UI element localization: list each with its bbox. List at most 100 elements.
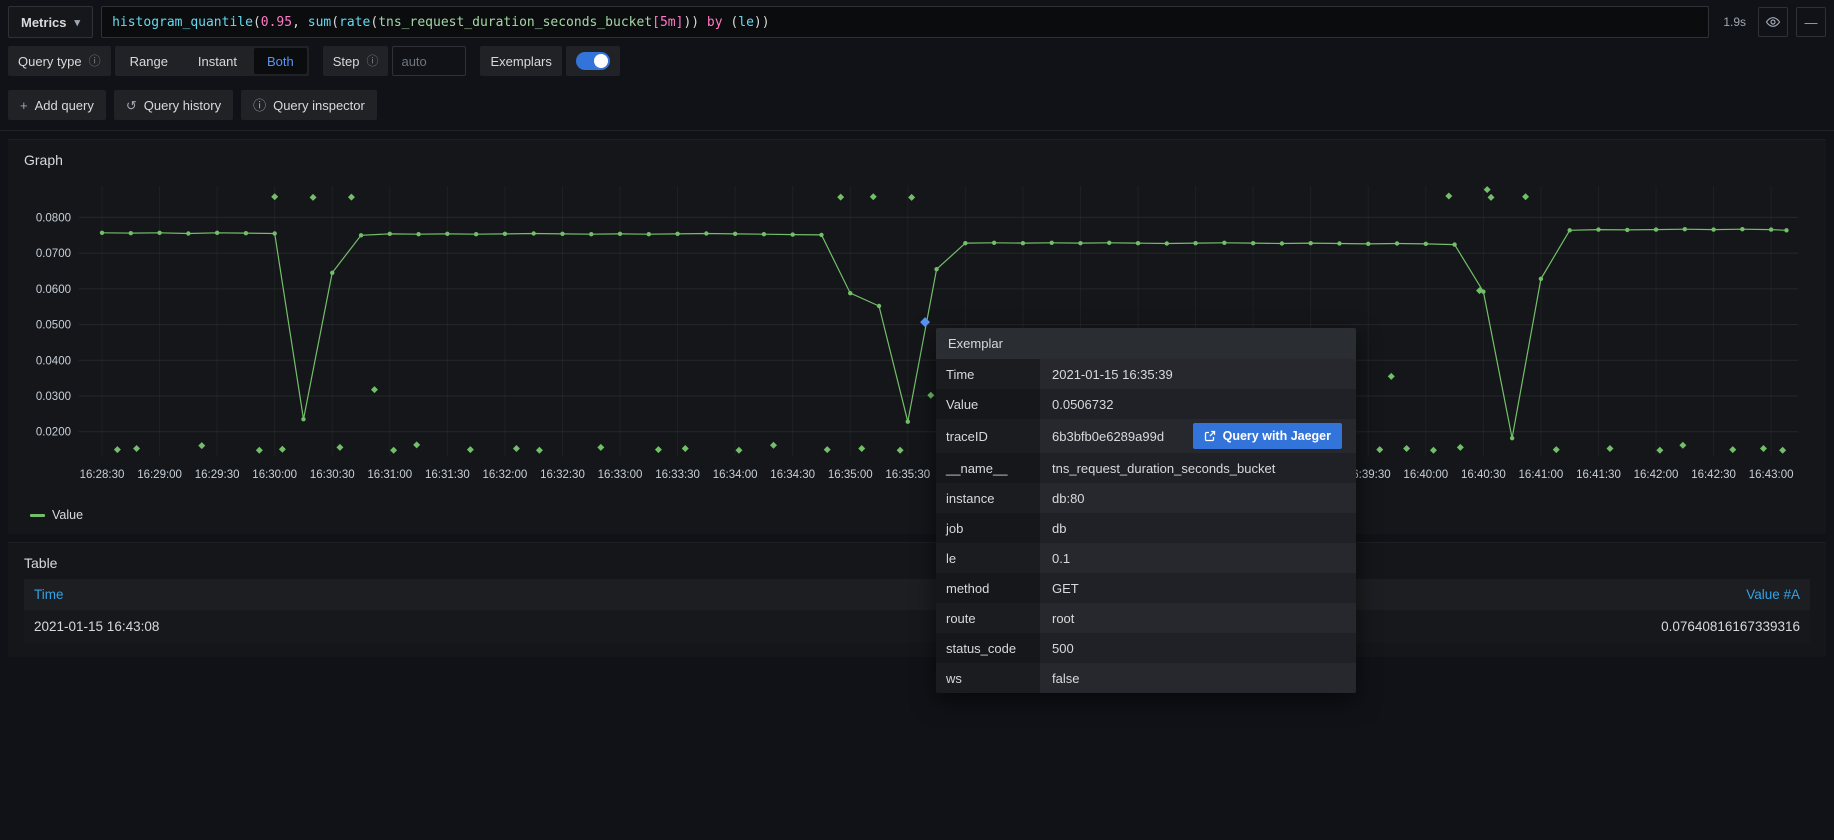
data-point[interactable]: [675, 232, 679, 236]
exemplar-marker[interactable]: [682, 445, 689, 452]
exemplar-marker[interactable]: [279, 446, 286, 453]
exemplar-marker[interactable]: [1403, 445, 1410, 452]
data-point[interactable]: [244, 231, 248, 235]
data-point[interactable]: [157, 231, 161, 235]
exemplar-marker[interactable]: [336, 444, 343, 451]
selected-exemplar-marker[interactable]: [920, 317, 930, 327]
data-point[interactable]: [272, 231, 276, 235]
exemplar-marker[interactable]: [837, 194, 844, 201]
data-point[interactable]: [560, 232, 564, 236]
query-history-button[interactable]: ↺ Query history: [114, 90, 233, 120]
step-input[interactable]: [392, 46, 466, 76]
data-point[interactable]: [906, 420, 910, 424]
exemplar-marker[interactable]: [513, 445, 520, 452]
exemplar-marker[interactable]: [1760, 445, 1767, 452]
data-point[interactable]: [445, 232, 449, 236]
exemplar-marker[interactable]: [310, 194, 317, 201]
data-point[interactable]: [531, 231, 535, 235]
data-point[interactable]: [1136, 241, 1140, 245]
data-point[interactable]: [1625, 228, 1629, 232]
data-point[interactable]: [963, 241, 967, 245]
data-point[interactable]: [992, 241, 996, 245]
exemplar-marker[interactable]: [824, 446, 831, 453]
data-point[interactable]: [762, 232, 766, 236]
query-with-jaeger-button[interactable]: Query with Jaeger: [1193, 423, 1342, 449]
exemplar-marker[interactable]: [413, 441, 420, 448]
exemplar-marker[interactable]: [133, 445, 140, 452]
table-row[interactable]: 2021-01-15 16:43:080.07640816167339316: [24, 610, 1810, 643]
data-point[interactable]: [1784, 228, 1788, 232]
data-point[interactable]: [1740, 227, 1744, 231]
data-point[interactable]: [1251, 241, 1255, 245]
exemplar-marker[interactable]: [348, 194, 355, 201]
data-point[interactable]: [1654, 227, 1658, 231]
query-type-option-instant[interactable]: Instant: [185, 48, 250, 74]
exemplar-marker[interactable]: [1484, 186, 1491, 193]
data-point[interactable]: [1683, 227, 1687, 231]
data-point[interactable]: [819, 233, 823, 237]
exemplar-marker[interactable]: [1457, 444, 1464, 451]
exemplar-marker[interactable]: [1656, 447, 1663, 454]
data-point[interactable]: [1539, 277, 1543, 281]
exemplar-marker[interactable]: [1430, 447, 1437, 454]
data-point[interactable]: [503, 232, 507, 236]
exemplar-marker[interactable]: [371, 386, 378, 393]
data-point[interactable]: [1021, 241, 1025, 245]
data-point[interactable]: [301, 417, 305, 421]
exemplar-marker[interactable]: [1445, 193, 1452, 200]
data-point[interactable]: [618, 232, 622, 236]
add-query-button[interactable]: + Add query: [8, 90, 106, 120]
query-type-option-range[interactable]: Range: [117, 48, 181, 74]
exemplar-marker[interactable]: [735, 447, 742, 454]
data-point[interactable]: [215, 231, 219, 235]
exemplar-marker[interactable]: [390, 447, 397, 454]
graph-chart[interactable]: 0.02000.03000.04000.05000.06000.07000.08…: [24, 174, 1810, 508]
exemplar-marker[interactable]: [1779, 447, 1786, 454]
data-point[interactable]: [733, 232, 737, 236]
exemplar-marker[interactable]: [1388, 373, 1395, 380]
data-point[interactable]: [100, 231, 104, 235]
exemplar-marker[interactable]: [655, 446, 662, 453]
exemplar-marker[interactable]: [597, 444, 604, 451]
exemplar-marker[interactable]: [256, 447, 263, 454]
exemplar-marker[interactable]: [927, 392, 934, 399]
exemplar-marker[interactable]: [870, 193, 877, 200]
data-point[interactable]: [1078, 241, 1082, 245]
data-point[interactable]: [129, 231, 133, 235]
table-column-header[interactable]: Time: [24, 579, 877, 610]
legend-series-label[interactable]: Value: [52, 508, 83, 522]
data-point[interactable]: [1452, 242, 1456, 246]
data-point[interactable]: [1165, 241, 1169, 245]
preview-button[interactable]: [1758, 7, 1788, 37]
data-point[interactable]: [474, 232, 478, 236]
exemplar-marker[interactable]: [908, 194, 915, 201]
exemplar-marker[interactable]: [770, 442, 777, 449]
query-type-option-both[interactable]: Both: [254, 48, 307, 74]
data-point[interactable]: [1193, 241, 1197, 245]
data-point[interactable]: [1366, 242, 1370, 246]
exemplar-marker[interactable]: [897, 447, 904, 454]
data-point[interactable]: [388, 232, 392, 236]
collapse-button[interactable]: —: [1796, 7, 1826, 37]
exemplar-marker[interactable]: [1606, 445, 1613, 452]
data-point[interactable]: [1769, 227, 1773, 231]
exemplar-marker[interactable]: [1553, 446, 1560, 453]
data-point[interactable]: [416, 232, 420, 236]
data-point[interactable]: [1596, 227, 1600, 231]
data-point[interactable]: [790, 232, 794, 236]
exemplar-marker[interactable]: [536, 447, 543, 454]
data-point[interactable]: [1567, 228, 1571, 232]
data-point[interactable]: [1107, 241, 1111, 245]
query-input[interactable]: histogram_quantile(0.95, sum(rate(tns_re…: [101, 6, 1709, 38]
data-point[interactable]: [186, 231, 190, 235]
exemplar-marker[interactable]: [1488, 194, 1495, 201]
data-point[interactable]: [1337, 241, 1341, 245]
data-point[interactable]: [330, 271, 334, 275]
data-point[interactable]: [1222, 241, 1226, 245]
data-point[interactable]: [1308, 241, 1312, 245]
datasource-picker[interactable]: Metrics ▾: [8, 6, 93, 38]
exemplar-marker[interactable]: [1729, 446, 1736, 453]
graph-svg[interactable]: 0.02000.03000.04000.05000.06000.07000.08…: [24, 174, 1810, 508]
exemplar-marker[interactable]: [467, 446, 474, 453]
data-point[interactable]: [848, 291, 852, 295]
